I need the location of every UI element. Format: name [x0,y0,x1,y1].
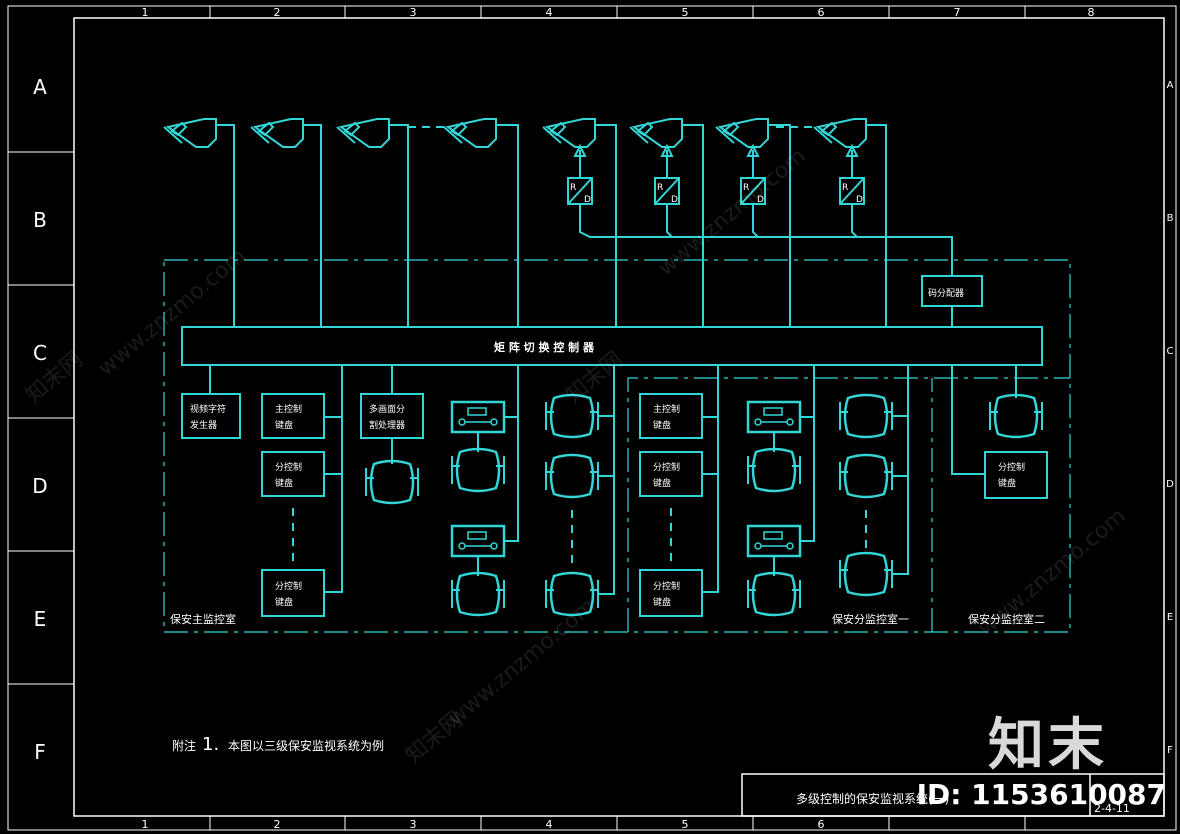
rd-decoders [567,143,953,276]
rd-r-1: R [570,183,576,193]
rd-d-4: D [856,195,863,205]
main-room-label: 保安主监控室 [170,612,236,626]
sub-kb-a-label-1: 分控制 [275,461,302,473]
sub-room-1-label: 保安分监控室一 [832,612,909,626]
sub-kb-b-label-2: 键盘 [275,596,293,608]
col-label-bottom-4: 4 [546,818,553,831]
rd-r-3: R [743,183,749,193]
alarm-label-2: 发生器 [190,419,217,431]
col-label-bottom-1: 1 [142,818,149,831]
rd-d-3: D [757,195,764,205]
rd-r-4: R [842,183,848,193]
sub1-main-kb-label-2: 键盘 [653,419,671,431]
col-label-1: 1 [142,6,149,19]
sub2-kb-label-1: 分控制 [998,461,1025,473]
sub1-sub-keyboard-b [639,569,703,617]
watermark-id: ID: 1153610087 [916,778,1166,811]
row-label-e: E [34,607,47,631]
watermark-brand: 知末 [988,713,1108,778]
main-kb-label-2: 键盘 [275,419,293,431]
main-kb-label-1: 主控制 [275,403,302,415]
row-label-right-a: A [1167,80,1174,91]
col-label-bottom-6: 6 [818,818,825,831]
sub1-sub-kb-b-label-2: 键盘 [653,596,671,608]
col-label-8: 8 [1088,6,1095,19]
code-distributor-label: 码分配器 [928,288,964,299]
sub1-sub-kb-a-label-2: 键盘 [653,477,671,489]
main-keyboard-1 [261,393,325,439]
matrix-switcher-label: 矩 阵 切 换 控 制 器 [494,340,595,354]
sub-room-2-label: 保安分监控室二 [968,612,1045,626]
row-label-b: B [33,208,47,232]
row-label-c: C [33,341,47,365]
cameras [163,118,867,148]
row-label-right-d: D [1166,479,1174,490]
multi-label-2: 割处理器 [369,419,405,431]
sub2-sub-keyboard [984,451,1048,499]
col-label-bottom-2: 2 [274,818,281,831]
sub-kb-b-label-1: 分控制 [275,580,302,592]
rd-d-2: D [671,195,678,205]
col-label-bottom-3: 3 [410,818,417,831]
sub-keyboard-b [261,569,325,617]
sub1-sub-keyboard-a [639,451,703,497]
row-label-right-b: B [1167,213,1174,224]
rd-d-1: D [584,195,591,205]
sub1-sub-kb-b-label-1: 分控制 [653,580,680,592]
col-label-2: 2 [274,6,281,19]
col-label-4: 4 [546,6,553,19]
matrix-switcher [181,326,1043,366]
row-label-f: F [34,740,46,764]
col-label-bottom-5: 5 [682,818,689,831]
row-label-right-f: F [1167,745,1173,756]
note-prefix: 附注 [172,738,196,753]
note-number: 1. [202,734,219,755]
sub1-main-kb-label-1: 主控制 [653,403,680,415]
sub1-main-keyboard [639,393,703,439]
inner-frame [73,17,1165,817]
row-label-a: A [33,75,47,99]
col-label-3: 3 [410,6,417,19]
row-label-right-c: C [1167,346,1174,357]
sub2-kb-label-2: 键盘 [998,477,1016,489]
col-label-5: 5 [682,6,689,19]
row-label-right-e: E [1167,612,1173,623]
rd-r-2: R [657,183,663,193]
sub-keyboard-a [261,451,325,497]
row-label-d: D [32,474,47,498]
multi-picture-processor [360,393,424,439]
multi-label-1: 多画面分 [369,403,405,415]
col-label-7: 7 [954,6,961,19]
note-text: 本图以三级保安监视系统为例 [228,738,384,753]
sub1-sub-kb-a-label-1: 分控制 [653,461,680,473]
col-label-6: 6 [818,6,825,19]
alarm-generator [181,393,241,439]
alarm-label-1: 视频字符 [190,403,226,415]
sub-kb-a-label-2: 键盘 [275,477,293,489]
